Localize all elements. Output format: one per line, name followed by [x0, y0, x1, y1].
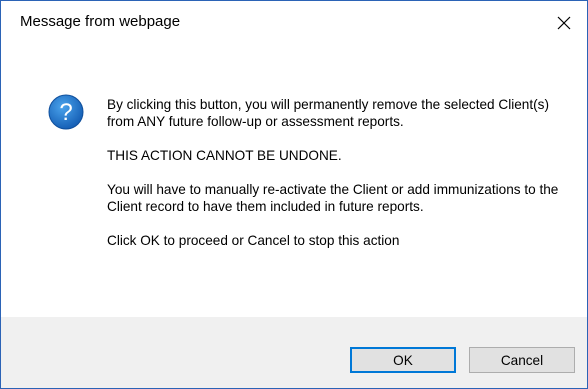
message-undo-warning: THIS ACTION CANNOT BE UNDONE. [107, 148, 342, 163]
ok-button[interactable]: OK [350, 347, 456, 373]
message-dialog: Message from webpage ? By clicking this … [0, 0, 588, 389]
dialog-titlebar[interactable]: Message from webpage [1, 1, 587, 45]
dialog-message: By clicking this button, you will perman… [107, 96, 567, 266]
message-warning-text: By clicking this button, you will perman… [107, 97, 549, 129]
close-button[interactable] [541, 1, 587, 45]
dialog-content: ? By clicking this button, you will perm… [1, 45, 587, 317]
dialog-title: Message from webpage [20, 13, 181, 30]
svg-text:?: ? [59, 99, 72, 126]
dialog-footer: OK Cancel [1, 317, 587, 388]
question-icon: ? [48, 94, 84, 130]
cancel-button[interactable]: Cancel [469, 347, 575, 373]
message-reactivate-text: You will have to manually re-activate th… [107, 182, 559, 214]
message-instruction: Click OK to proceed or Cancel to stop th… [107, 233, 400, 248]
close-icon [557, 16, 571, 30]
